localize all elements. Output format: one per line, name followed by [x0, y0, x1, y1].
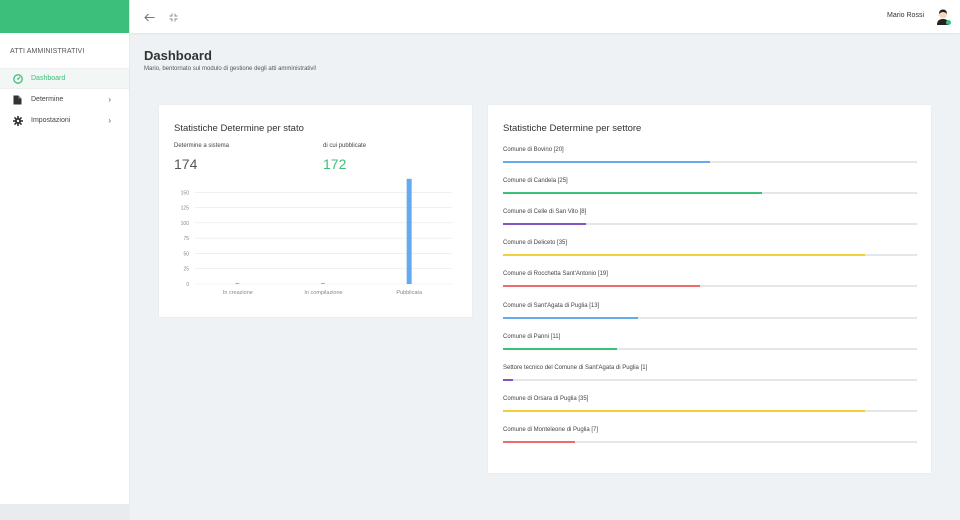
sector-row: Comune di Rocchetta Sant'Antonio [19] — [503, 270, 917, 288]
chevron-right-icon: › — [108, 95, 111, 104]
sector-label: Comune di Rocchetta Sant'Antonio [19] — [503, 271, 608, 278]
progress-fill — [503, 409, 866, 412]
sector-label: Settore tecnico del Comune di Sant'Agata… — [503, 364, 648, 371]
sector-row: Comune di Orsara di Puglia [35] — [503, 395, 917, 412]
page-title: Dashboard — [144, 48, 212, 63]
settore-card-title: Statistiche Determine per settore — [503, 123, 642, 134]
sector-row: Settore tecnico del Comune di Sant'Agata… — [503, 364, 917, 381]
progress-track — [503, 347, 917, 350]
sector-label: Comune di Orsara di Puglia [35] — [503, 395, 589, 402]
sidebar-item-impostazioni[interactable]: Impostazioni › — [0, 110, 129, 131]
progress-track — [503, 316, 917, 319]
progress-track — [503, 378, 917, 381]
sector-row: Comune di Monteleone di Puglia [7] — [503, 426, 917, 443]
topbar: Mario Rossi — [130, 0, 960, 33]
progress-track — [503, 440, 917, 443]
progress-fill — [503, 254, 866, 257]
progress-track — [503, 254, 917, 257]
sidebar-item-dashboard[interactable]: Dashboard — [0, 68, 129, 89]
sector-label: Comune di Bovino [20] — [503, 147, 564, 153]
stato-card: Statistiche Determine per stato Determin… — [159, 105, 472, 317]
chevron-right-icon: › — [108, 116, 111, 125]
progress-fill — [503, 192, 762, 195]
progress-fill — [503, 378, 514, 381]
sector-label: Comune di Panni [11] — [503, 333, 561, 340]
sidebar-section-title: ATTI AMMINISTRATIVI — [10, 48, 85, 55]
bar-pubblicata[interactable] — [406, 178, 412, 284]
stato-bar-chart: 0 25 50 75 100 125 150 In creazione In compilazi… — [181, 178, 452, 296]
y-tick-label: 150 — [181, 190, 190, 196]
sector-row: Comune di Panni [11] — [503, 333, 917, 350]
back-button[interactable] — [142, 10, 156, 24]
sector-row: Comune di Deliceto [35] — [503, 239, 917, 257]
sidebar-footer — [0, 504, 130, 520]
sidebar-item-determine[interactable]: Determine › — [0, 89, 129, 110]
sidebar: ATTI AMMINISTRATIVI Dashboard Determine … — [0, 0, 130, 520]
y-tick-label: 0 — [186, 282, 189, 288]
sector-row: Comune di Sant'Agata di Puglia [13] — [503, 302, 917, 319]
sidebar-item-label: Impostazioni — [31, 117, 71, 124]
x-tick-label: In creazione — [223, 290, 253, 296]
user-avatar-icon[interactable] — [934, 8, 952, 26]
compress-icon — [169, 13, 177, 21]
progress-fill — [503, 161, 710, 163]
y-tick-label: 125 — [181, 206, 190, 212]
progress-track — [503, 285, 917, 288]
sector-row: Comune di Bovino [20] — [503, 146, 917, 163]
progress-fill — [503, 347, 617, 350]
y-tick-label: 50 — [183, 251, 189, 257]
progress-fill — [503, 440, 576, 443]
bar-in-creazione[interactable] — [235, 283, 240, 284]
progress-track — [503, 223, 917, 226]
settore-card: Statistiche Determine per settore Comune… — [488, 105, 931, 473]
brand-bar — [0, 0, 129, 33]
sector-row: Comune di Candela [25] — [503, 177, 917, 195]
progress-fill — [503, 223, 586, 226]
bar-in-compilazione[interactable] — [321, 283, 325, 284]
sector-label: Comune di Celle di San Vito [8] — [503, 209, 587, 216]
sector-label: Comune di Deliceto [35] — [503, 240, 568, 247]
arrow-left-icon — [143, 13, 154, 21]
file-icon — [12, 94, 23, 105]
gear-icon — [12, 115, 23, 126]
fullscreen-toggle-button[interactable] — [166, 10, 180, 24]
sidebar-item-label: Dashboard — [31, 75, 66, 82]
progress-fill — [503, 316, 638, 319]
y-tick-label: 100 — [181, 221, 190, 227]
sidebar-item-label: Determine — [31, 96, 64, 103]
sector-label: Comune di Candela [25] — [503, 178, 568, 185]
y-tick-label: 75 — [183, 236, 189, 242]
sector-label: Comune di Sant'Agata di Puglia [13] — [503, 302, 600, 309]
progress-fill — [503, 285, 700, 288]
x-tick-label: In compilazione — [304, 290, 342, 296]
progress-track — [503, 192, 917, 195]
dashboard-icon — [12, 73, 23, 84]
y-tick-label: 25 — [183, 267, 189, 273]
user-name[interactable]: Mario Rossi — [887, 12, 924, 19]
page-subtitle: Mario, bentornato sul modulo di gestione… — [144, 66, 317, 72]
progress-track — [503, 161, 917, 163]
x-tick-label: Pubblicata — [396, 290, 423, 296]
sector-row: Comune di Celle di San Vito [8] — [503, 208, 917, 226]
progress-track — [503, 409, 917, 412]
sector-label: Comune di Monteleone di Puglia [7] — [503, 426, 599, 433]
